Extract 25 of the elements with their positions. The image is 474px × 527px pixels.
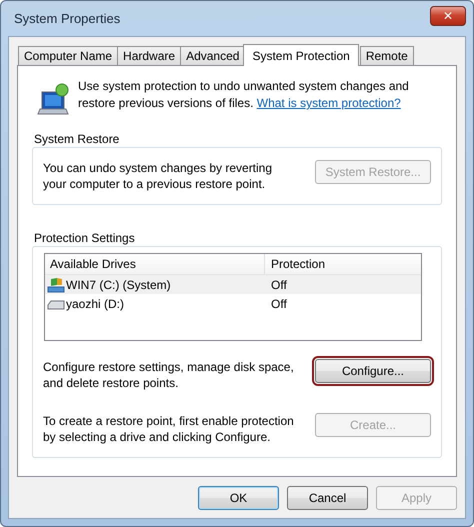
- drive-row[interactable]: yaozhi (D:) Off: [45, 294, 421, 313]
- drive-row[interactable]: WIN7 (C:) (System) Off: [45, 275, 421, 294]
- create-text: To create a restore point, first enable protection by selecting a drive and clicking Configure.: [43, 413, 295, 445]
- group-title: System Restore: [34, 132, 120, 147]
- tab[interactable]: Hardware: [117, 46, 182, 65]
- dialog-button[interactable]: Cancel: [287, 486, 368, 510]
- column-header[interactable]: Protection: [265, 254, 326, 274]
- drive-name: yaozhi (D:): [66, 296, 124, 312]
- tab[interactable]: Computer Name: [18, 46, 118, 65]
- drive-name: WIN7 (C:) (System): [66, 276, 171, 292]
- close-button[interactable]: ✕: [430, 6, 466, 26]
- configure-text: Configure restore settings, manage disk space, and delete restore points.: [43, 359, 295, 391]
- dialog-button[interactable]: OK: [198, 486, 279, 510]
- protection-status: Off: [270, 276, 287, 292]
- intro-text: Use system protection to undo unwanted system changes and restore previous versions of files. What is system protection?: [78, 78, 410, 112]
- configure-button[interactable]: Configure...: [315, 359, 431, 383]
- column-header[interactable]: Available Drives: [45, 254, 265, 274]
- window-title: System Properties: [14, 11, 120, 26]
- tab[interactable]: System Protection: [243, 44, 359, 66]
- protection-status: Off: [270, 296, 287, 312]
- tab[interactable]: Remote: [360, 46, 414, 65]
- group-title: Protection Settings: [34, 231, 136, 246]
- system-restore-text: You can undo system changes by reverting your computer to a previous restore point.: [43, 160, 274, 192]
- tab[interactable]: Advanced: [180, 46, 246, 65]
- help-link[interactable]: What is system protection?: [256, 96, 401, 110]
